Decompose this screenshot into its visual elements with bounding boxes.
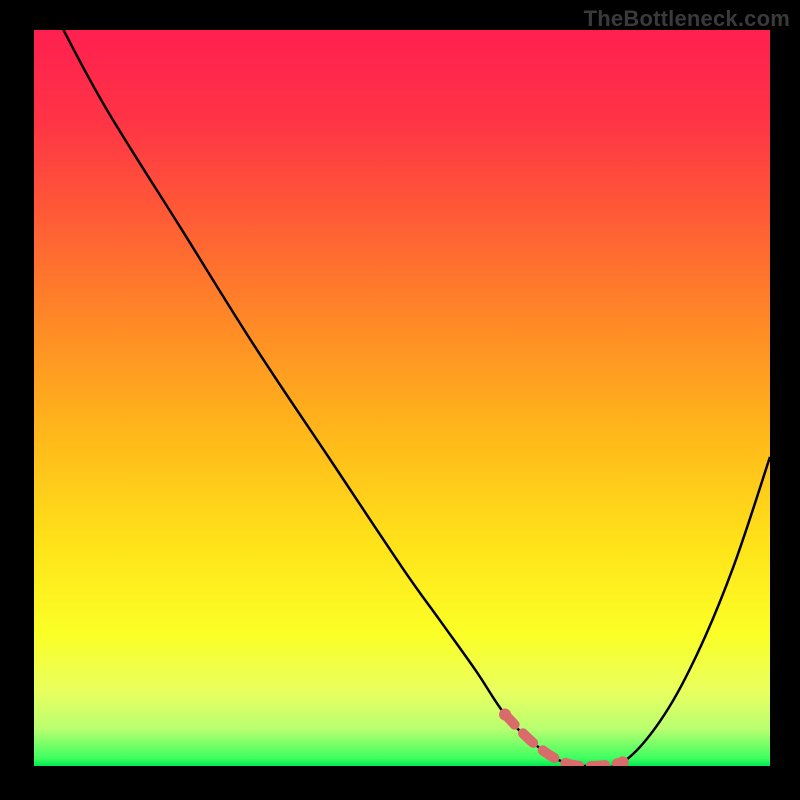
watermark-label: TheBottleneck.com — [584, 6, 790, 32]
chart-svg — [0, 0, 800, 800]
marker-dot — [499, 708, 511, 720]
bottleneck-chart: TheBottleneck.com — [0, 0, 800, 800]
marker-dot — [617, 756, 629, 768]
gradient-background — [34, 30, 770, 766]
